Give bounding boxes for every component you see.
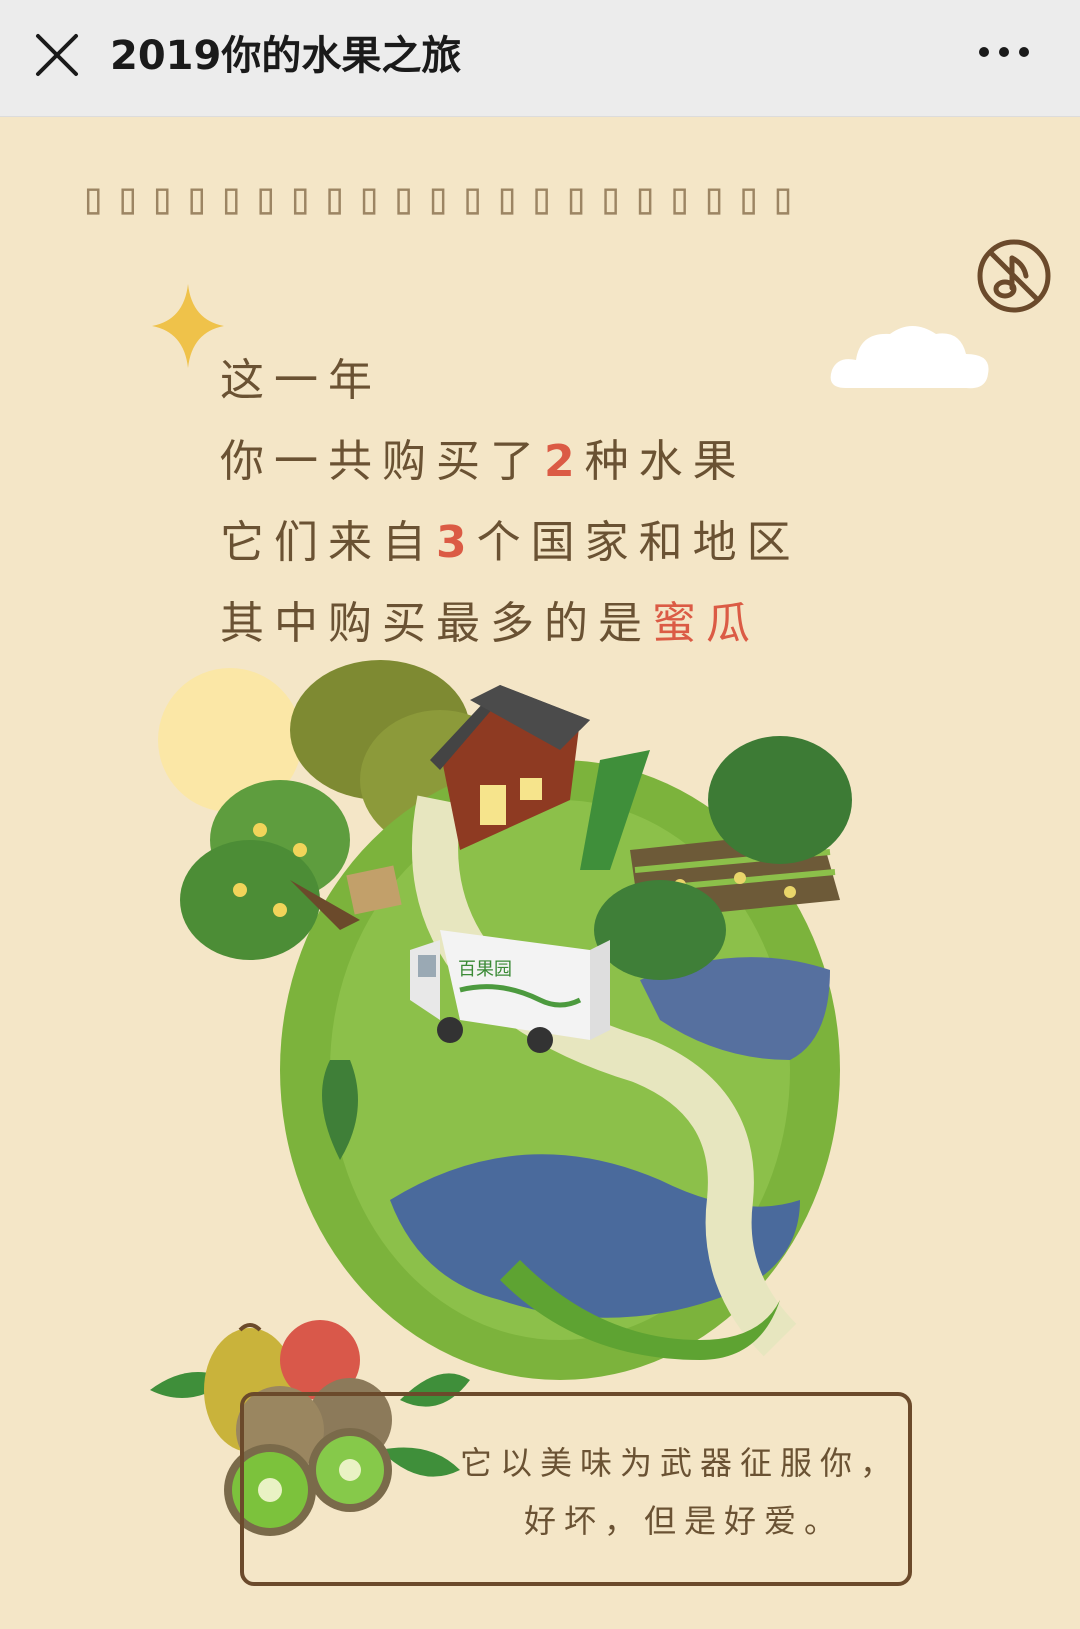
fruit-count: 2 — [544, 436, 585, 487]
sparkle-icon — [152, 284, 224, 368]
caption-line-2: 好坏，但是好爱。 — [524, 1502, 845, 1540]
intro-line-1: 这一年 — [220, 340, 840, 421]
intro-line-2: 你一共购买了2种水果 — [220, 421, 840, 502]
region-count: 3 — [436, 517, 477, 568]
intro-line-2-post: 种水果 — [584, 436, 747, 487]
caption-line-1: 它以美味为武器征服你， — [460, 1444, 901, 1482]
globe-illustration: 百果园 — [158, 660, 852, 1380]
intro-line-3-post: 个国家和地区 — [476, 517, 801, 568]
intro-line-2-pre: 你一共购买了 — [220, 436, 544, 487]
more-dots-icon — [979, 47, 1029, 57]
close-icon — [36, 34, 78, 76]
music-off-icon — [977, 239, 1051, 313]
intro-line-3-pre: 它们来自 — [220, 517, 436, 568]
intro-text: 这一年 你一共购买了2种水果 它们来自3个国家和地区 其中购买最多的是蜜瓜 — [220, 340, 840, 664]
intro-line-1-text: 这一年 — [220, 355, 382, 406]
banner-glyph-row: ▯▯▯▯▯▯▯▯▯▯▯▯▯▯▯▯▯▯▯▯▯ — [80, 173, 805, 224]
caption-box — [240, 1392, 912, 1586]
close-button[interactable] — [26, 24, 90, 88]
top-bar: 2019你的水果之旅 — [0, 0, 1080, 117]
page-title: 2019你的水果之旅 — [110, 33, 462, 79]
truck-logo-text: 百果园 — [458, 959, 512, 979]
intro-line-3: 它们来自3个国家和地区 — [220, 502, 840, 583]
more-button[interactable] — [966, 28, 1046, 84]
music-toggle-button[interactable] — [974, 236, 1054, 316]
cloud-icon — [830, 326, 989, 389]
